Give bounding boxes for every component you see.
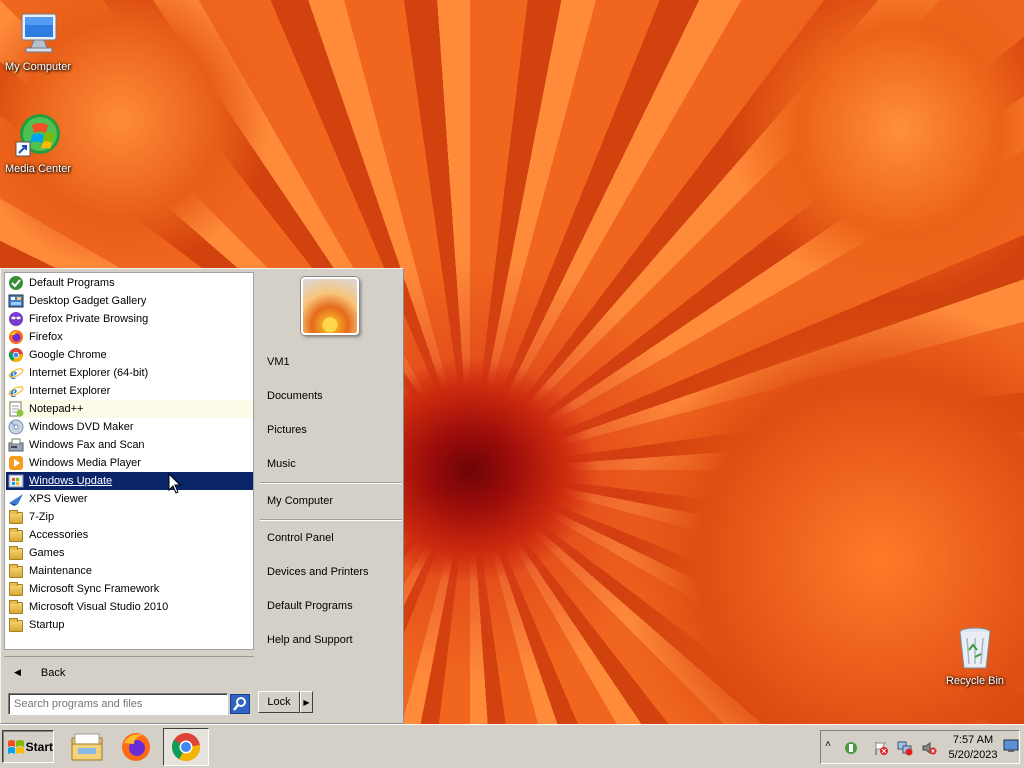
user-picture[interactable] bbox=[301, 277, 359, 335]
notepad-plus-plus-icon bbox=[8, 401, 24, 417]
windows-update-icon bbox=[8, 473, 24, 489]
desktop-icon-my-computer[interactable]: My Computer bbox=[0, 10, 76, 73]
program-item-firefox[interactable]: Firefox bbox=[6, 328, 253, 346]
action-center-icon[interactable] bbox=[843, 740, 859, 756]
mouse-cursor-icon bbox=[168, 473, 182, 494]
dvd-maker-icon bbox=[8, 419, 24, 435]
program-item-xps-viewer[interactable]: XPS Viewer bbox=[6, 490, 253, 508]
clock-time: 7:57 AM bbox=[952, 734, 994, 746]
back-label: Back bbox=[40, 666, 66, 679]
shutdown-options-arrow[interactable]: ▶ bbox=[300, 691, 313, 713]
windows-logo-icon bbox=[8, 739, 24, 754]
firefox-icon bbox=[122, 733, 150, 761]
program-item-notepad-plus-plus[interactable]: Notepad++ bbox=[6, 400, 253, 418]
program-folder-maintenance[interactable]: Maintenance bbox=[6, 562, 253, 580]
folder-icon bbox=[8, 617, 24, 633]
program-item-internet-explorer-64[interactable]: e Internet Explorer (64-bit) bbox=[6, 364, 253, 383]
search-input[interactable] bbox=[8, 693, 228, 715]
network-icon[interactable] bbox=[897, 740, 913, 756]
program-folder-microsoft-visual-studio-2010[interactable]: Microsoft Visual Studio 2010 bbox=[6, 598, 253, 616]
folder-explorer-icon bbox=[71, 733, 103, 761]
search-row bbox=[4, 689, 254, 719]
right-item-pictures[interactable]: Pictures bbox=[255, 418, 401, 442]
fax-scan-icon bbox=[8, 437, 24, 453]
desktop-icon-recycle-bin[interactable]: Recycle Bin bbox=[937, 624, 1013, 687]
chrome-icon bbox=[8, 347, 24, 363]
program-folder-7-zip[interactable]: 7-Zip bbox=[6, 508, 253, 526]
taskbar: Start ˄ 7:57 AM 5/20/2023 bbox=[0, 724, 1024, 768]
program-folder-games[interactable]: Games bbox=[6, 544, 253, 562]
taskbar-explorer-button[interactable] bbox=[64, 728, 110, 766]
search-button[interactable] bbox=[230, 694, 250, 714]
program-item-windows-update[interactable]: Windows Update bbox=[6, 472, 253, 490]
firefox-icon bbox=[8, 329, 24, 345]
show-hidden-icons-icon[interactable]: ˄ bbox=[825, 739, 841, 755]
separator bbox=[260, 482, 402, 484]
clock[interactable]: 7:57 AM 5/20/2023 bbox=[946, 733, 1000, 763]
desktop-icon-media-center[interactable]: Media Center bbox=[0, 112, 76, 175]
right-item-devices-and-printers[interactable]: Devices and Printers bbox=[255, 560, 401, 584]
separator bbox=[260, 519, 402, 521]
media-player-icon bbox=[8, 455, 24, 471]
internet-explorer-icon: e bbox=[8, 383, 24, 401]
back-button[interactable]: ◀ Back bbox=[4, 656, 254, 688]
taskbar-chrome-button[interactable] bbox=[163, 728, 209, 766]
folder-icon bbox=[8, 581, 24, 597]
folder-icon bbox=[8, 527, 24, 543]
start-label: Start bbox=[25, 739, 53, 754]
flag-warning-icon[interactable] bbox=[873, 740, 889, 756]
program-item-default-programs[interactable]: Default Programs bbox=[6, 274, 253, 292]
search-icon bbox=[233, 697, 246, 711]
gadget-gallery-icon bbox=[8, 293, 24, 309]
right-item-my-computer[interactable]: My Computer bbox=[255, 489, 401, 513]
folder-icon bbox=[8, 599, 24, 615]
desktop-icon-label: Recycle Bin bbox=[945, 675, 1005, 687]
firefox-private-icon bbox=[8, 311, 24, 327]
internet-explorer-icon: e bbox=[8, 365, 24, 383]
back-arrow-icon: ◀ bbox=[14, 667, 21, 677]
lock-button[interactable]: Lock bbox=[258, 691, 300, 713]
right-item-documents[interactable]: Documents bbox=[255, 384, 401, 408]
program-folder-startup[interactable]: Startup bbox=[6, 616, 253, 634]
program-item-desktop-gadget-gallery[interactable]: Desktop Gadget Gallery bbox=[6, 292, 253, 310]
program-item-windows-fax-and-scan[interactable]: Windows Fax and Scan bbox=[6, 436, 253, 454]
program-item-firefox-private-browsing[interactable]: Firefox Private Browsing bbox=[6, 310, 253, 328]
program-item-internet-explorer[interactable]: e Internet Explorer bbox=[6, 382, 253, 401]
recycle-bin-icon bbox=[951, 624, 999, 672]
system-tray: ˄ 7:57 AM 5/20/2023 bbox=[820, 730, 1020, 764]
right-item-user[interactable]: VM1 bbox=[255, 350, 401, 374]
lock-row: Lock ▶ bbox=[258, 691, 313, 713]
program-folder-microsoft-sync-framework[interactable]: Microsoft Sync Framework bbox=[6, 580, 253, 598]
desktop-icon-label: Media Center bbox=[4, 163, 72, 175]
folder-icon bbox=[8, 545, 24, 561]
media-center-icon bbox=[14, 112, 62, 160]
start-menu: Default Programs Desktop Gadget Gallery … bbox=[0, 268, 404, 724]
svg-text:e: e bbox=[10, 366, 17, 381]
all-programs-list[interactable]: Default Programs Desktop Gadget Gallery … bbox=[4, 272, 254, 650]
folder-icon bbox=[8, 563, 24, 579]
xps-viewer-icon bbox=[8, 491, 24, 507]
chrome-icon bbox=[172, 733, 201, 762]
taskbar-firefox-button[interactable] bbox=[113, 728, 159, 766]
right-item-default-programs[interactable]: Default Programs bbox=[255, 594, 401, 618]
chevron-right-icon: ▶ bbox=[303, 697, 310, 707]
start-menu-right-pane: VM1 Documents Pictures Music My Computer… bbox=[255, 269, 403, 723]
folder-icon bbox=[8, 509, 24, 525]
desktop-icon-label: My Computer bbox=[4, 61, 72, 73]
program-item-google-chrome[interactable]: Google Chrome bbox=[6, 346, 253, 364]
program-item-windows-dvd-maker[interactable]: Windows DVD Maker bbox=[6, 418, 253, 436]
show-desktop-icon[interactable] bbox=[1003, 739, 1019, 755]
right-item-music[interactable]: Music bbox=[255, 452, 401, 476]
start-button[interactable]: Start bbox=[2, 730, 54, 763]
svg-text:e: e bbox=[10, 384, 17, 399]
program-folder-accessories[interactable]: Accessories bbox=[6, 526, 253, 544]
computer-icon bbox=[14, 10, 62, 58]
default-programs-icon bbox=[8, 275, 24, 291]
right-item-help-and-support[interactable]: Help and Support bbox=[255, 628, 401, 652]
clock-date: 5/20/2023 bbox=[948, 749, 998, 761]
right-item-control-panel[interactable]: Control Panel bbox=[255, 526, 401, 550]
volume-icon[interactable] bbox=[921, 740, 937, 756]
program-item-windows-media-player[interactable]: Windows Media Player bbox=[6, 454, 253, 472]
